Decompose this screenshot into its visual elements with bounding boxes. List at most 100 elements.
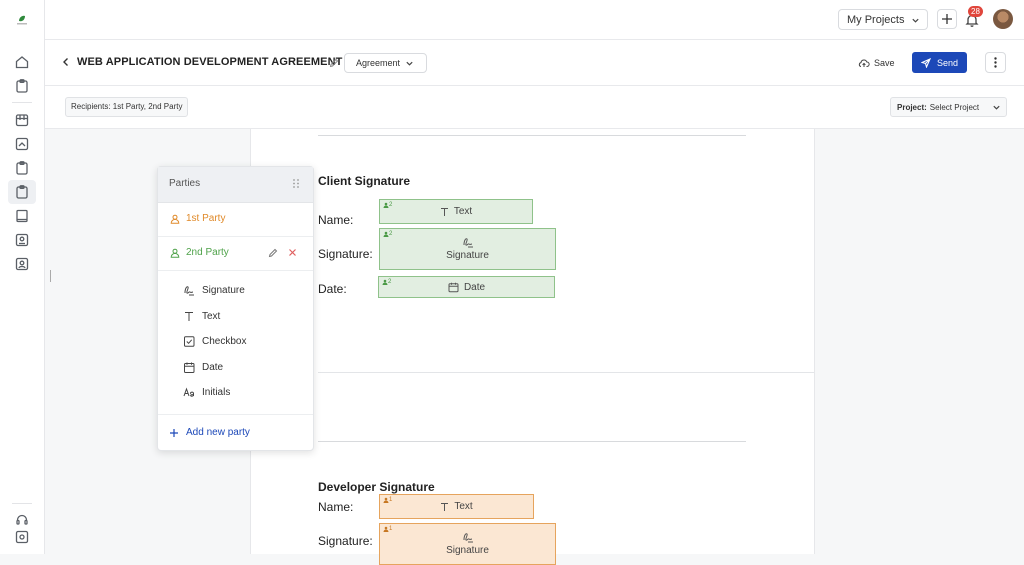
signature-icon <box>462 237 474 248</box>
project-value: Select Project <box>929 102 980 112</box>
tool-initials[interactable]: Initials <box>183 387 230 398</box>
tool-text[interactable]: Text <box>183 311 220 322</box>
calendar-icon <box>448 282 459 293</box>
party-tag: 2 <box>383 202 392 208</box>
scroll-handle[interactable] <box>50 270 51 282</box>
page-rule <box>318 135 746 136</box>
contracts-icon[interactable] <box>14 184 30 200</box>
client-text-field-label: Text <box>453 206 473 217</box>
app-logo[interactable] <box>14 12 30 28</box>
cloud-save-icon <box>858 58 870 68</box>
party-tag: 1 <box>383 526 392 532</box>
recipients-button[interactable]: Recipients: 1st Party, 2nd Party <box>65 97 189 117</box>
developer-text-field[interactable]: 1 Text <box>379 494 534 519</box>
save-label: Save <box>874 58 895 68</box>
left-rail <box>0 0 45 554</box>
more-options-button[interactable] <box>985 52 1006 73</box>
project-select[interactable]: Project: Select Project <box>890 97 1007 117</box>
chevron-down-icon <box>405 59 414 68</box>
recipients-bar <box>45 86 1024 129</box>
client-signature-field[interactable]: 2 Signature <box>379 228 556 270</box>
support-headset-icon[interactable] <box>14 512 30 528</box>
send-paper-plane-icon <box>920 57 931 68</box>
add-new-party-label: Add new party <box>186 427 250 438</box>
parties-panel-title: Parties <box>158 167 313 203</box>
signature-icon <box>183 285 195 296</box>
user-profile-icon[interactable] <box>14 256 30 272</box>
document-icon[interactable] <box>14 160 30 176</box>
developer-signature-field[interactable]: 1 Signature <box>379 523 556 565</box>
client-date-field[interactable]: 2 Date <box>378 276 555 298</box>
developer-signature-heading: Developer Signature <box>318 480 435 494</box>
calendar-icon <box>183 362 195 373</box>
workspace-right <box>815 129 1024 554</box>
back-chevron-icon[interactable] <box>62 57 70 67</box>
client-name-label: Name: <box>318 213 354 227</box>
plus-icon <box>169 428 179 438</box>
party-tag: 2 <box>383 231 392 237</box>
drag-handle-icon[interactable] <box>292 178 300 189</box>
rail-divider <box>12 503 32 504</box>
parties-panel <box>157 166 314 451</box>
invoice-icon[interactable] <box>14 136 30 152</box>
client-text-field[interactable]: 2 Text <box>379 199 533 224</box>
add-new-party-button[interactable]: Add new party <box>169 427 250 438</box>
client-date-field-label: Date <box>463 281 486 293</box>
document-title: WEB APPLICATION DEVELOPMENT AGREEMENT <box>77 56 343 68</box>
edit-party-pencil-icon[interactable] <box>268 248 278 258</box>
document-type-dropdown[interactable]: Agreement <box>344 53 427 73</box>
contact-card-icon[interactable] <box>14 232 30 248</box>
tool-label: Initials <box>202 387 231 398</box>
send-button[interactable]: Send <box>912 52 967 73</box>
page-rule <box>318 441 746 442</box>
book-icon[interactable] <box>14 208 30 224</box>
clipboard-icon[interactable] <box>14 78 30 94</box>
tool-checkbox[interactable]: Checkbox <box>183 336 246 347</box>
party-tag: 1 <box>383 497 392 503</box>
my-projects-dropdown[interactable]: My Projects <box>838 9 928 30</box>
tool-label: Checkbox <box>202 336 247 347</box>
add-button[interactable] <box>937 9 957 29</box>
party-label: 1st Party <box>186 213 226 224</box>
party-row-2nd[interactable]: 2nd Party <box>170 247 229 258</box>
calendar-icon[interactable] <box>14 112 30 128</box>
rail-divider <box>12 102 32 103</box>
client-signature-heading: Client Signature <box>318 174 411 188</box>
chevron-down-icon <box>992 103 1001 112</box>
developer-text-field-label: Text <box>454 501 473 512</box>
signature-icon <box>462 532 474 543</box>
panel-divider <box>158 270 313 271</box>
chevron-down-icon <box>911 16 920 25</box>
initials-icon <box>183 387 195 398</box>
panel-divider <box>158 414 313 415</box>
send-label: Send <box>936 57 959 68</box>
tool-label: Text <box>202 311 221 322</box>
tool-label: Date <box>202 362 224 373</box>
party-label: 2nd Party <box>186 247 229 258</box>
settings-icon[interactable] <box>14 529 30 545</box>
party-row-1st[interactable]: 1st Party <box>170 213 225 224</box>
document-type-label: Agreement <box>356 58 401 68</box>
panel-divider <box>158 236 313 237</box>
edit-title-pencil-icon[interactable] <box>329 58 339 68</box>
party-tag: 2 <box>382 279 391 285</box>
tool-label: Signature <box>202 285 245 296</box>
checkbox-icon <box>183 336 195 347</box>
client-signature-label: Signature: <box>318 247 373 261</box>
avatar[interactable] <box>993 9 1013 29</box>
tool-signature[interactable]: Signature <box>183 285 245 296</box>
developer-signature-field-label: Signature <box>446 545 489 556</box>
home-icon[interactable] <box>14 54 30 70</box>
user-icon <box>170 248 180 258</box>
remove-party-close-icon[interactable] <box>288 248 297 257</box>
client-signature-field-label: Signature <box>446 250 489 261</box>
tool-date[interactable]: Date <box>183 362 223 373</box>
save-button[interactable]: Save <box>858 56 895 70</box>
developer-signature-label: Signature: <box>318 534 373 548</box>
page-break <box>318 372 814 373</box>
text-icon <box>440 502 449 512</box>
project-prefix: Project: <box>897 102 927 112</box>
my-projects-label: My Projects <box>847 13 905 26</box>
developer-name-label: Name: <box>318 500 354 514</box>
text-icon <box>183 311 195 322</box>
